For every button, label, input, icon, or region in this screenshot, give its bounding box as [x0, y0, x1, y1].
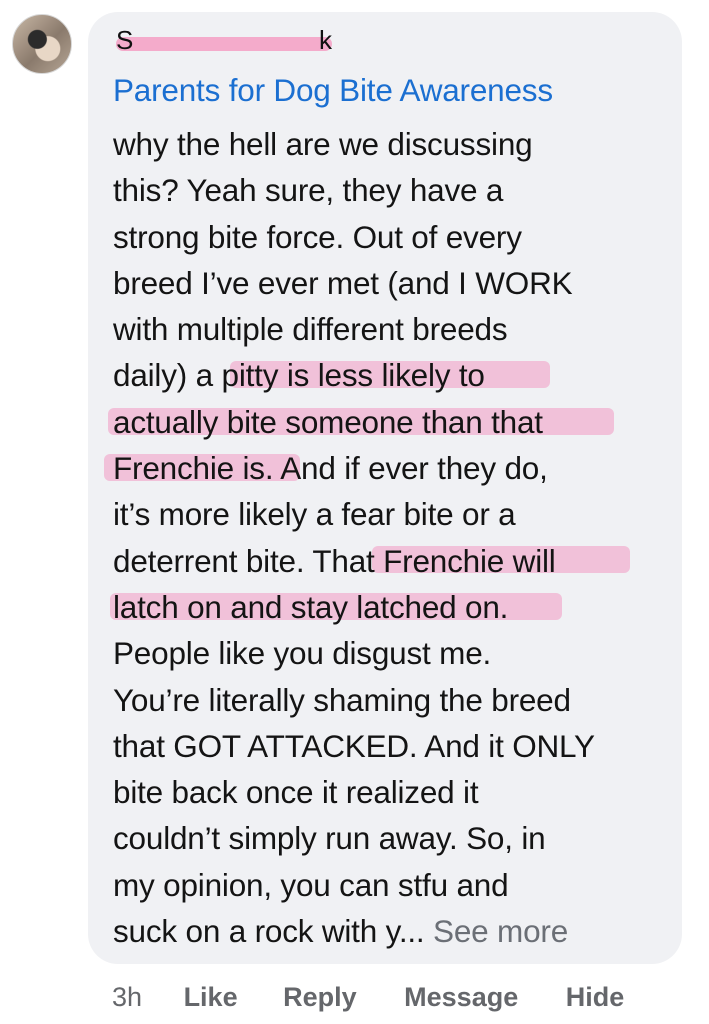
comment-line: couldn’t simply run away. So, in: [113, 820, 546, 857]
comment-line: suck on a rock with y...: [113, 913, 425, 950]
reply-button[interactable]: Reply: [283, 982, 357, 1013]
like-button[interactable]: Like: [184, 982, 238, 1013]
page-mention-link[interactable]: Parents for Dog Bite Awareness: [113, 72, 553, 109]
comment-line: You’re literally shaming the breed: [113, 681, 571, 718]
comment-line: with multiple different breeds: [113, 311, 508, 348]
redaction-mark: [116, 37, 332, 51]
author-fragment-start: S: [116, 25, 134, 55]
timestamp[interactable]: 3h: [112, 982, 142, 1013]
comment-line: actually bite someone than that: [113, 403, 543, 440]
comment-line: People like you disgust me.: [113, 635, 492, 672]
comment-line: Frenchie is. And if ever they do,: [113, 450, 548, 487]
comment-line: strong bite force. Out of every: [113, 218, 522, 255]
comment-line: latch on and stay latched on.: [113, 588, 509, 625]
comment-line-last: suck on a rock with y... See more: [113, 908, 673, 954]
see-more-link[interactable]: See more: [433, 913, 568, 949]
comment-line: daily) a pitty is less likely to: [113, 357, 485, 394]
comment-actions: 3h Like Reply Message Hide: [112, 982, 624, 1013]
author-name-redacted[interactable]: S k: [114, 27, 334, 56]
comment-line: my opinion, you can stfu and: [113, 866, 509, 903]
comment-line: why the hell are we discussing: [113, 126, 533, 162]
comment-line: that GOT ATTACKED. And it ONLY: [113, 727, 595, 764]
comment-line: it’s more likely a fear bite or a: [113, 496, 516, 533]
comment-body: why the hell are we discussing this? Yea…: [113, 121, 673, 954]
avatar[interactable]: [12, 14, 72, 74]
comment-line: deterrent bite. That Frenchie will: [113, 542, 556, 579]
comment-line: breed I’ve ever met (and I WORK: [113, 264, 573, 301]
author-fragment-end: k: [319, 25, 332, 55]
comment-line: bite back once it realized it: [113, 774, 479, 811]
comment-line: this? Yeah sure, they have a: [113, 172, 504, 209]
message-button[interactable]: Message: [404, 982, 518, 1013]
hide-button[interactable]: Hide: [566, 982, 625, 1013]
